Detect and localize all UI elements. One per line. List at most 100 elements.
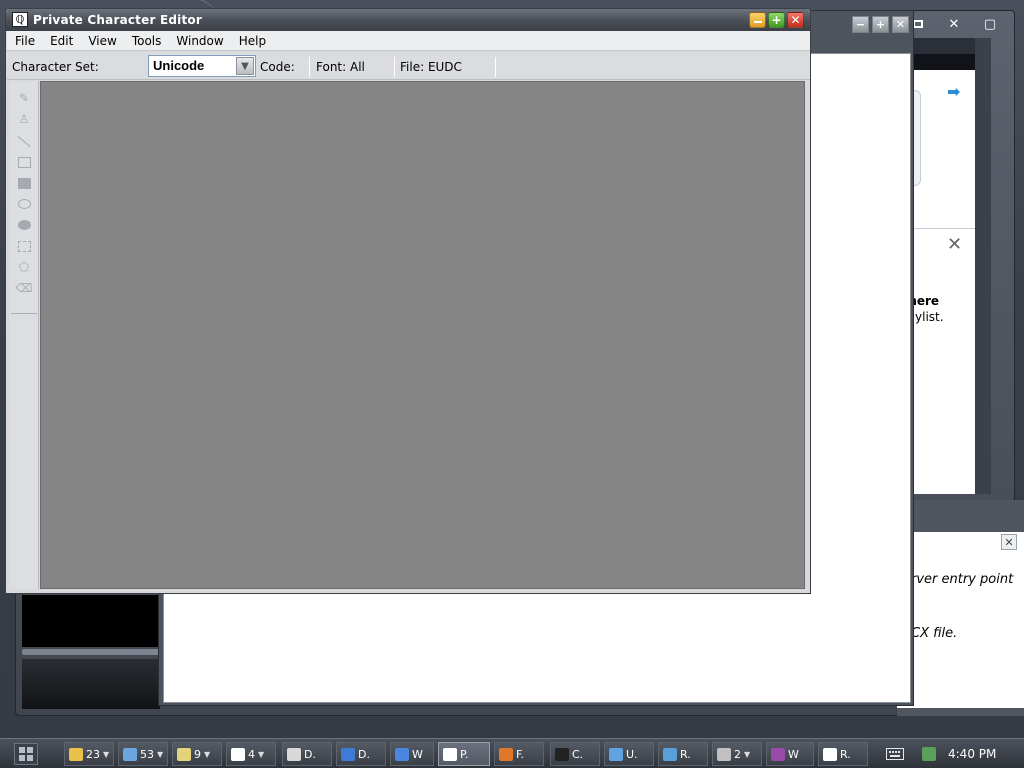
taskbar-button-label: P. [460,747,469,761]
minimize-button[interactable] [749,12,766,28]
start-button[interactable] [14,743,38,765]
rectangular-selection-icon[interactable] [16,238,32,254]
help-close-button[interactable]: ✕ [1001,534,1017,550]
close-button[interactable]: ✕ [787,12,804,28]
close-icon: ✕ [948,16,960,32]
brush-icon[interactable]: ♙ [16,111,32,127]
taskbar-button-label: W [412,747,423,761]
taskbar-button-label: 2 [734,747,741,761]
taskbar-button[interactable]: U. [604,742,654,766]
media-close-button[interactable]: ✕ [940,15,968,33]
taskbar-button-label: R. [840,747,851,761]
group-icon [717,747,731,761]
arrow-right-icon[interactable]: ➡ [947,82,960,101]
taskbar-button-label: 9 [194,747,201,761]
eraser-icon[interactable]: ⌫ [16,280,33,296]
character-set-value: Unicode [153,58,205,73]
media-scrollbar[interactable] [975,38,991,494]
taskbar-button-label: U. [626,747,638,761]
taskbar-button[interactable]: D. [282,742,332,766]
background-window-controls: − + ✕ [852,16,909,33]
hollow-ellipse-icon[interactable] [16,196,32,212]
taskbar-button[interactable]: 23 ▼ [64,742,114,766]
chevron-down-icon[interactable]: ▼ [744,750,750,759]
maximize-icon: + [771,13,782,27]
menu-edit[interactable]: Edit [50,34,73,48]
media-seek-bar[interactable] [22,649,160,655]
window-controls: + ✕ [749,12,804,28]
maximize-icon: ▢ [983,16,997,32]
help-text-line-2: CX file. [911,626,958,641]
taskbar: 23 ▼ 53 ▼ 9 ▼ 4 ▼ D. D. W P. F. C. U. R. 2 ▼ W R. 4:40 PM [0,738,1024,768]
taskbar-button[interactable]: P. [438,742,490,766]
bg-close-button[interactable]: ✕ [892,16,909,33]
menu-window[interactable]: Window [176,34,223,48]
taskbar-button-label: D. [358,747,370,761]
paint-icon [177,747,191,761]
line-icon[interactable] [16,133,32,149]
folder-icon [69,747,83,761]
chevron-down-icon[interactable]: ▼ [103,750,109,759]
taskbar-button[interactable]: W [766,742,814,766]
character-set-label: Character Set: [12,60,99,74]
taskbar-button[interactable]: R. [818,742,868,766]
code-label: Code: [260,60,295,74]
character-edit-canvas[interactable] [40,81,805,589]
menu-tools[interactable]: Tools [132,34,162,48]
restore-icon [913,20,923,28]
taskbar-button[interactable]: F. [494,742,544,766]
taskbar-button-label: W [788,747,799,761]
media-controls-area [22,659,160,709]
window-icon [231,747,245,761]
maximize-button[interactable]: + [768,12,785,28]
app-icon [287,747,301,761]
drawing-tools-strip: ✎ ♙ ⬠ ⌫ [9,81,39,589]
help-window-body [897,532,1024,708]
chevron-down-icon[interactable]: ▼ [236,57,254,75]
freeform-selection-icon[interactable]: ⬠ [16,259,32,275]
keyboard-icon[interactable] [880,742,910,766]
cross-icon [341,747,355,761]
minimize-icon: − [855,18,866,31]
taskbar-button[interactable]: 53 ▼ [118,742,168,766]
font-label: Font: All [316,60,365,74]
menu-help[interactable]: Help [239,34,266,48]
media-extra-button[interactable]: ▢ [976,15,1004,33]
pencil-icon[interactable]: ✎ [16,90,32,106]
taskbar-button[interactable]: 9 ▼ [172,742,222,766]
menu-file[interactable]: File [15,34,35,48]
chevron-down-icon[interactable]: ▼ [258,750,264,759]
taskbar-button-label: 23 [86,747,100,761]
help-window-header [897,500,1024,520]
hollow-rectangle-icon[interactable] [16,154,32,170]
close-x-icon[interactable]: ✕ [947,234,962,255]
help-window[interactable]: ✕ [897,500,1024,716]
taskbar-button[interactable]: 2 ▼ [712,742,762,766]
filled-ellipse-icon[interactable] [16,217,32,233]
character-set-select[interactable]: Unicode ▼ [148,55,256,77]
chevron-down-icon[interactable]: ▼ [157,750,163,759]
bg-minimize-button[interactable]: − [852,16,869,33]
file-icon [609,747,623,761]
filled-rectangle-icon[interactable] [16,175,32,191]
bg-maximize-button[interactable]: + [872,16,889,33]
editor-titlebar[interactable]: ℚ Private Character Editor + ✕ [6,9,810,31]
taskbar-button[interactable]: D. [336,742,386,766]
close-icon: ✕ [1004,535,1014,549]
clock[interactable]: 4:40 PM [948,747,996,761]
close-icon: ✕ [895,18,906,31]
firefox-icon [499,747,513,761]
private-character-editor-window[interactable]: ℚ Private Character Editor + ✕ File Edit… [5,8,811,594]
network-icon[interactable] [922,747,936,761]
desktop: ✕ ▢ ➡ ns ✕ s here olaylist. ✕ rver entry… [0,0,1024,738]
taskbar-button[interactable]: 4 ▼ [226,742,276,766]
taskbar-button-label: 53 [140,747,154,761]
help-text-line-1: rver entry point [911,572,1014,587]
taskbar-button[interactable]: C. [550,742,600,766]
media-icon [395,747,409,761]
taskbar-button[interactable]: R. [658,742,708,766]
toolbar-separator [495,57,496,77]
menu-view[interactable]: View [88,34,116,48]
taskbar-button[interactable]: W [390,742,434,766]
chevron-down-icon[interactable]: ▼ [204,750,210,759]
